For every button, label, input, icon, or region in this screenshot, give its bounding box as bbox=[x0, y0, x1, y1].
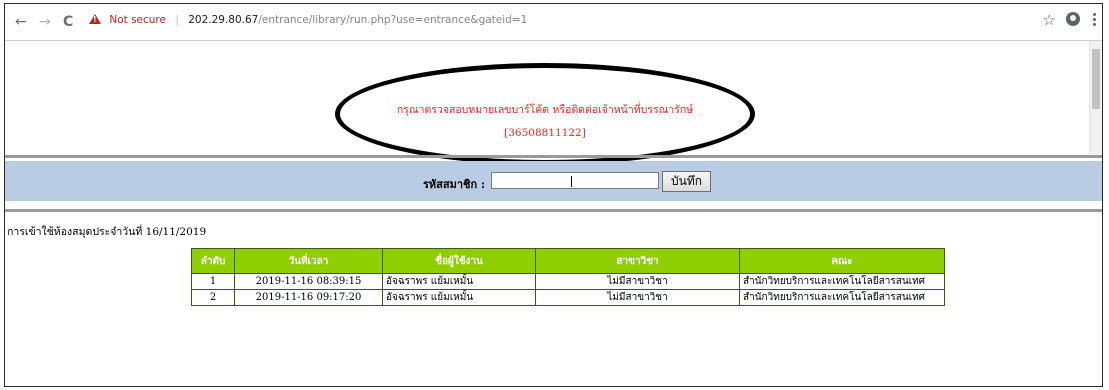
cell-faculty: สำนักวิทยบริการและเทคโนโลยีสารสนเทศ bbox=[739, 289, 945, 306]
log-heading: การเข้าใช้ห้องสมุดประจำวันที่ 16/11/2019 bbox=[7, 226, 207, 238]
cell-order: 2 bbox=[191, 289, 235, 306]
highlight-ellipse bbox=[335, 63, 755, 165]
scrollbar-thumb[interactable] bbox=[1092, 49, 1100, 109]
security-label[interactable]: Not secure bbox=[109, 14, 166, 26]
frame-scrollbar[interactable] bbox=[1089, 41, 1102, 155]
frame-divider-lower[interactable] bbox=[5, 209, 1102, 212]
address-bar[interactable]: Not secure | 202.29.80.67/entrance/libra… bbox=[89, 13, 527, 26]
reload-icon[interactable]: C bbox=[63, 14, 73, 30]
cell-username: อัจฉราพร แย้มเหมั้น bbox=[382, 273, 536, 290]
account-icon[interactable] bbox=[1066, 12, 1080, 26]
arrow-left-icon[interactable]: ← bbox=[15, 14, 27, 30]
cell-datetime: 2019-11-16 09:17:20 bbox=[234, 289, 383, 306]
star-icon[interactable]: ☆ bbox=[1043, 11, 1056, 29]
frame-divider[interactable] bbox=[5, 155, 1102, 158]
column-header-username: ชื่อผู้ใช้งาน bbox=[382, 248, 536, 274]
arrow-right-icon[interactable]: → bbox=[39, 14, 51, 30]
member-id-input[interactable] bbox=[491, 172, 659, 189]
warning-icon bbox=[89, 14, 101, 24]
cell-faculty: สำนักวิทยบริการและเทคโนโลยีสารสนเทศ bbox=[739, 273, 945, 290]
member-id-label: รหัสสมาชิก : bbox=[423, 178, 486, 191]
column-header-order: ลำดับ bbox=[191, 248, 235, 274]
member-search-band: รหัสสมาชิก : บันทึก bbox=[5, 161, 1102, 201]
text-caret bbox=[571, 176, 572, 187]
address-separator: | bbox=[175, 14, 179, 26]
entrance-log-table: ลำดับ วันที่เวลา ชื่อผู้ใช้งาน สาขาวิชา … bbox=[191, 248, 945, 306]
alert-frame: กรุณาตรวจสอบหมายเลขบาร์โค้ด หรือติดต่อเจ… bbox=[5, 41, 1102, 165]
table-row: 1 2019-11-16 08:39:15 อัจฉราพร แย้มเหมั้… bbox=[191, 273, 945, 290]
menu-dots-icon[interactable] bbox=[1093, 13, 1096, 28]
table-header-row: ลำดับ วันที่เวลา ชื่อผู้ใช้งาน สาขาวิชา … bbox=[191, 248, 945, 274]
cell-major: ไม่มีสาขาวิชา bbox=[535, 273, 740, 290]
url-host: 202.29.80.67 bbox=[188, 14, 259, 26]
browser-window: ← → C Not secure | 202.29.80.67/entrance… bbox=[4, 3, 1103, 387]
cell-order: 1 bbox=[191, 273, 235, 290]
column-header-faculty: คณะ bbox=[739, 248, 945, 274]
browser-toolbar: ← → C Not secure | 202.29.80.67/entrance… bbox=[5, 4, 1102, 41]
table-row: 2 2019-11-16 09:17:20 อัจฉราพร แย้มเหมั้… bbox=[191, 289, 945, 306]
url-path: /entrance/library/run.php?use=entrance&g… bbox=[258, 14, 528, 26]
cell-datetime: 2019-11-16 08:39:15 bbox=[234, 273, 383, 290]
column-header-major: สาขาวิชา bbox=[535, 248, 740, 274]
cell-major: ไม่มีสาขาวิชา bbox=[535, 289, 740, 306]
log-frame: การเข้าใช้ห้องสมุดประจำวันที่ 16/11/2019… bbox=[5, 216, 1102, 386]
column-header-datetime: วันที่เวลา bbox=[234, 248, 383, 274]
cell-username: อัจฉราพร แย้มเหมั้น bbox=[382, 289, 536, 306]
save-button[interactable]: บันทึก bbox=[662, 171, 711, 192]
